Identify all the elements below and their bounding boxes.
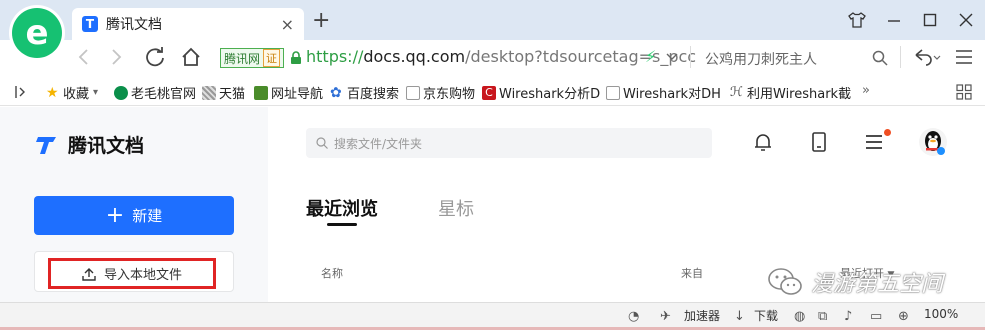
bookmark-label: 京东购物	[423, 87, 476, 102]
tab-starred[interactable]: 星标	[438, 195, 474, 221]
maximize-icon[interactable]	[922, 12, 938, 28]
active-tab-indicator	[327, 223, 357, 226]
undo-icon[interactable]	[912, 48, 942, 66]
bookmark-baidu[interactable]: ✿ 百度搜索	[330, 83, 400, 103]
display-mode-icon[interactable]: ▭	[870, 309, 882, 324]
zoom-icon[interactable]: ⊕	[898, 309, 909, 324]
doc-search-placeholder: 搜索文件/文件夹	[334, 136, 423, 151]
bookmark-favorites[interactable]: ★ 收藏 ▾	[46, 83, 99, 103]
bookmark-label: 网址导航	[271, 87, 324, 102]
qq-penguin-icon	[925, 131, 945, 155]
close-window-icon[interactable]	[958, 12, 974, 28]
url-scheme: https://	[306, 47, 364, 66]
back-icon[interactable]	[76, 48, 92, 66]
bookmark-label: Wireshark分析D	[499, 87, 601, 102]
csdn-icon: C	[482, 85, 496, 100]
menu-icon[interactable]	[954, 49, 974, 65]
new-button-label: 新建	[132, 207, 163, 225]
search-icon[interactable]	[872, 50, 888, 66]
lock-icon[interactable]	[290, 51, 302, 65]
bookmark-nav[interactable]: 网址导航	[254, 83, 323, 102]
bookmark-tmall[interactable]: 天猫	[202, 83, 245, 102]
apps-grid-icon[interactable]	[956, 84, 972, 100]
app-brand-name: 腾讯文档	[68, 135, 145, 157]
tab-recent[interactable]: 最近浏览	[306, 195, 378, 221]
url-host: docs.qq.com	[363, 47, 466, 66]
download-label[interactable]: 下载	[754, 307, 778, 324]
sound-icon[interactable]: ♪	[844, 309, 852, 324]
tencent-docs-favicon-icon: T	[82, 16, 98, 32]
avatar[interactable]	[919, 128, 947, 156]
bookmark-wireshark-2[interactable]: Wireshark对DH	[606, 83, 721, 102]
divider	[900, 46, 901, 68]
bookmark-wireshark-3[interactable]: ℋ 利用Wireshark截	[730, 83, 851, 102]
tablet-device-icon[interactable]	[808, 131, 830, 153]
sidebar-toggle-icon[interactable]	[14, 85, 28, 99]
app-brand[interactable]: 腾讯文档	[36, 131, 144, 158]
bookmark-label: 百度搜索	[347, 87, 400, 102]
star-icon: ★	[46, 84, 59, 101]
chevron-down-icon[interactable]	[666, 52, 678, 62]
upload-icon	[82, 267, 96, 281]
address-bar[interactable]: https://docs.qq.com/desktop?tdsourcetag=…	[306, 47, 696, 66]
site-badge-label: 腾讯网	[224, 51, 261, 66]
chevron-down-icon: ▾	[93, 87, 99, 98]
bookmark-label: 收藏	[63, 87, 90, 102]
new-tab-button[interactable]: +	[312, 10, 330, 32]
bookmark-jd[interactable]: 京东购物	[406, 83, 475, 102]
page-icon	[606, 85, 620, 100]
link-icon: ℋ	[730, 84, 743, 100]
column-source[interactable]: 来自	[681, 265, 703, 281]
divider	[690, 46, 691, 68]
globe-icon	[114, 85, 128, 100]
tmall-icon	[202, 85, 216, 100]
home-icon[interactable]	[180, 46, 202, 68]
ie-compat-icon[interactable]: ◍	[794, 309, 805, 324]
tab-tencent-docs[interactable]: T 腾讯文档 ×	[72, 8, 304, 40]
home-icon	[254, 85, 268, 100]
bookmarks-more-button[interactable]: »	[862, 83, 870, 98]
browser-logo-icon[interactable]: e	[12, 8, 62, 58]
speed-icon[interactable]: ◔	[628, 309, 639, 324]
doc-search-input[interactable]: 搜索文件/文件夹	[306, 128, 712, 158]
forward-icon[interactable]	[108, 48, 124, 66]
column-name[interactable]: 名称	[321, 265, 343, 281]
site-verified-badge[interactable]: 腾讯网 证	[220, 48, 285, 68]
refresh-icon[interactable]	[144, 46, 166, 68]
new-document-button[interactable]: + 新建	[34, 196, 234, 235]
rocket-icon[interactable]: ✈	[660, 309, 671, 324]
zoom-level[interactable]: 100%	[924, 307, 958, 321]
url-path: /desktop?tdsourcetag=s_pcc	[465, 47, 697, 66]
import-local-file-button[interactable]: 导入本地文件	[48, 258, 216, 289]
bookmark-label: 天猫	[219, 87, 246, 102]
watermark-text: 漫游第五空间	[811, 272, 944, 297]
watermark: 漫游第五空间	[767, 266, 943, 298]
download-icon[interactable]: ↓	[734, 309, 745, 324]
search-icon	[316, 137, 328, 149]
lightning-icon[interactable]: ⚡	[645, 47, 656, 66]
browser-search-input[interactable]: 公鸡用刀刺死主人	[705, 49, 817, 69]
bookmark-wireshark-1[interactable]: C Wireshark分析D	[482, 83, 600, 102]
baidu-paw-icon: ✿	[330, 84, 342, 101]
bookmark-label: 老毛桃官网	[131, 87, 197, 102]
notification-bell-icon[interactable]	[752, 131, 774, 153]
certified-tag: 证	[263, 49, 281, 67]
page-icon	[406, 85, 420, 100]
tab-close-icon[interactable]: ×	[281, 15, 294, 34]
tab-title: 腾讯文档	[106, 17, 162, 33]
bookmark-label: 利用Wireshark截	[747, 87, 852, 102]
menu-icon[interactable]	[864, 131, 886, 153]
bookmark-label: Wireshark对DH	[623, 87, 721, 102]
accelerator-label[interactable]: 加速器	[684, 307, 720, 324]
tencent-docs-logo-icon	[36, 136, 56, 154]
page-layout-icon[interactable]: ⧉	[818, 309, 827, 324]
status-bar	[0, 302, 985, 330]
plus-icon: +	[105, 202, 125, 228]
bookmark-laomaotao[interactable]: 老毛桃官网	[114, 83, 196, 102]
import-button-label: 导入本地文件	[103, 268, 182, 283]
shirt-skin-icon[interactable]	[848, 12, 866, 28]
notification-dot	[884, 129, 891, 136]
wechat-icon	[768, 268, 802, 295]
minimize-icon[interactable]	[886, 12, 902, 28]
